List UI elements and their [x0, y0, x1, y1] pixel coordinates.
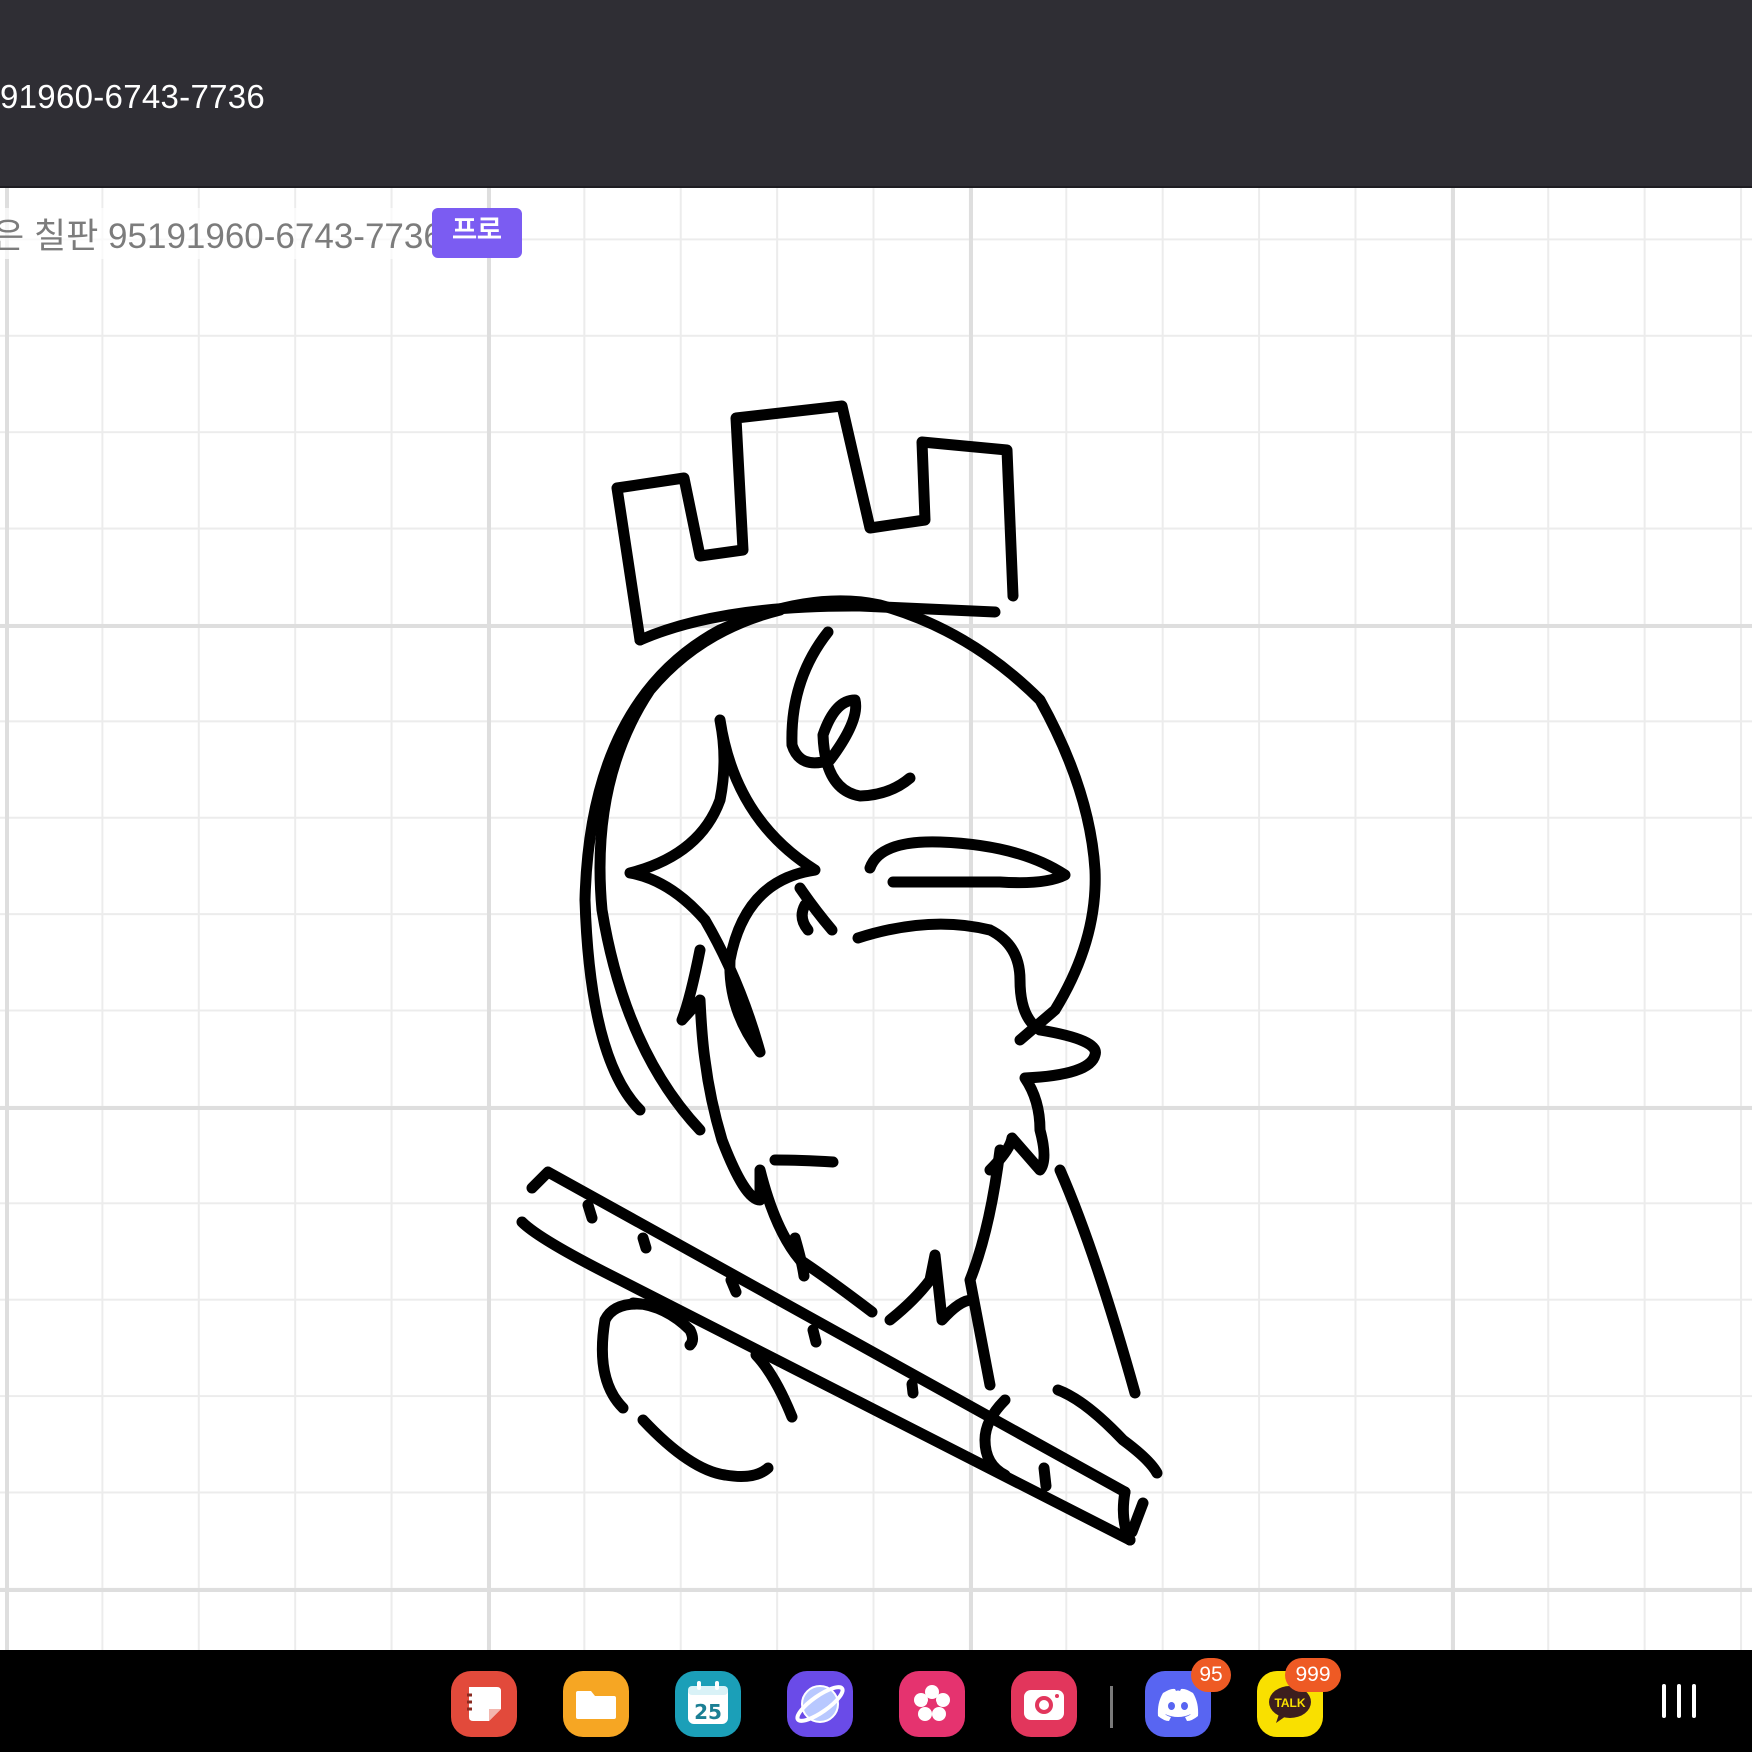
beard-center-stroke [884, 1249, 978, 1326]
gallery-app-button[interactable] [899, 1671, 965, 1737]
browser-icon [795, 1685, 845, 1723]
recents-button[interactable] [1662, 1684, 1696, 1718]
camera-app-button[interactable] [1011, 1671, 1077, 1737]
drawing-strokes [516, 400, 1163, 1546]
calendar-day-label: 25 [694, 1700, 722, 1724]
hair-swirl-stroke [786, 626, 916, 802]
beard-whisker-stroke [789, 1232, 810, 1282]
sparkle-eye-stroke [624, 714, 821, 1058]
title-bar: 91960-6743-7736 [0, 0, 1752, 188]
beard-top-stroke [852, 918, 1101, 1176]
calendar-icon: 25 [688, 1681, 728, 1724]
internet-app-button[interactable] [787, 1671, 853, 1737]
discord-notification-badge: 95 [1191, 1658, 1231, 1692]
sword-blade-top-stroke [526, 1166, 1131, 1498]
folder-icon [576, 1691, 616, 1719]
closed-eye-stroke [864, 836, 1071, 889]
whiteboard-canvas[interactable]: 은 칠판 95191960-6743-7736 프로 [0, 188, 1752, 1650]
notes-icon [467, 1687, 501, 1721]
discord-app-button[interactable]: 95 [1145, 1658, 1231, 1737]
sparkle-detail-stroke [794, 882, 838, 936]
recents-icon [1662, 1684, 1666, 1718]
gallery-icon [914, 1685, 950, 1721]
window-title: 91960-6743-7736 [0, 78, 266, 115]
beard-right-stroke [964, 1144, 1141, 1399]
taskbar: 25 95 TALK 999 [0, 1650, 1752, 1752]
camera-icon [1024, 1690, 1064, 1720]
notes-app-button[interactable] [451, 1671, 517, 1737]
files-app-button[interactable] [563, 1671, 629, 1737]
calendar-app-button[interactable]: 25 [675, 1671, 741, 1737]
left-hand-bottom-stroke [637, 1414, 774, 1482]
sword-blade-bottom-stroke [516, 1216, 1136, 1546]
kakaotalk-label: TALK [1274, 1696, 1305, 1710]
kakaotalk-app-button[interactable]: TALK 999 [1257, 1658, 1341, 1737]
kakaotalk-notification-badge: 999 [1285, 1658, 1341, 1692]
dock-divider [1110, 1686, 1113, 1728]
sword-tip-stroke [1117, 1486, 1149, 1546]
